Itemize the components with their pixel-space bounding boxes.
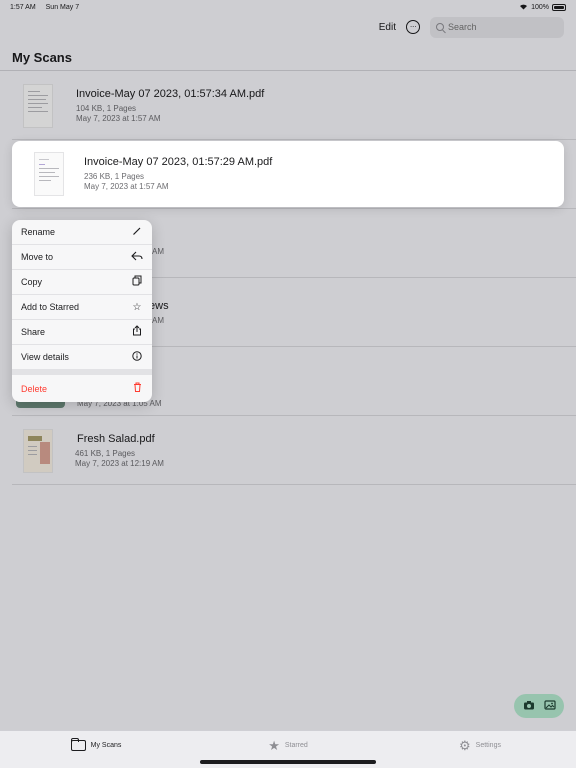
pencil-icon xyxy=(131,226,143,239)
camera-icon[interactable] xyxy=(523,700,535,713)
tab-my-scans[interactable]: My Scans xyxy=(0,731,192,768)
context-menu: Rename Move to Copy Add to Starred ☆ Sha… xyxy=(12,220,152,402)
file-date: May 7, 2023 at 1:57 AM xyxy=(84,182,169,191)
document-thumbnail xyxy=(34,152,64,196)
selected-file-card[interactable]: Invoice-May 07 2023, 01:57:29 AM.pdf 236… xyxy=(12,141,564,207)
share-icon xyxy=(131,325,143,339)
menu-item-view-details[interactable]: View details xyxy=(12,345,152,370)
menu-item-delete[interactable]: Delete xyxy=(12,375,152,402)
file-size: 236 KB, 1 Pages xyxy=(84,172,145,181)
menu-item-rename[interactable]: Rename xyxy=(12,220,152,245)
arrow-back-icon xyxy=(131,251,143,264)
photo-icon[interactable] xyxy=(543,699,556,713)
trash-icon xyxy=(131,382,143,395)
copy-icon xyxy=(131,275,143,289)
scan-action-pill xyxy=(514,694,564,718)
home-indicator xyxy=(200,760,376,764)
tab-settings[interactable]: ⚙ Settings xyxy=(384,731,576,768)
star-icon: ☆ xyxy=(132,301,142,313)
folder-icon xyxy=(70,738,86,751)
info-icon xyxy=(131,350,143,364)
menu-item-add-to-starred[interactable]: Add to Starred ☆ xyxy=(12,295,152,320)
menu-item-move-to[interactable]: Move to xyxy=(12,245,152,270)
menu-item-copy[interactable]: Copy xyxy=(12,270,152,295)
file-name: Invoice-May 07 2023, 01:57:29 AM.pdf xyxy=(84,156,273,168)
star-icon: ★ xyxy=(268,737,280,753)
menu-item-share[interactable]: Share xyxy=(12,320,152,345)
gear-icon: ⚙ xyxy=(459,737,471,753)
